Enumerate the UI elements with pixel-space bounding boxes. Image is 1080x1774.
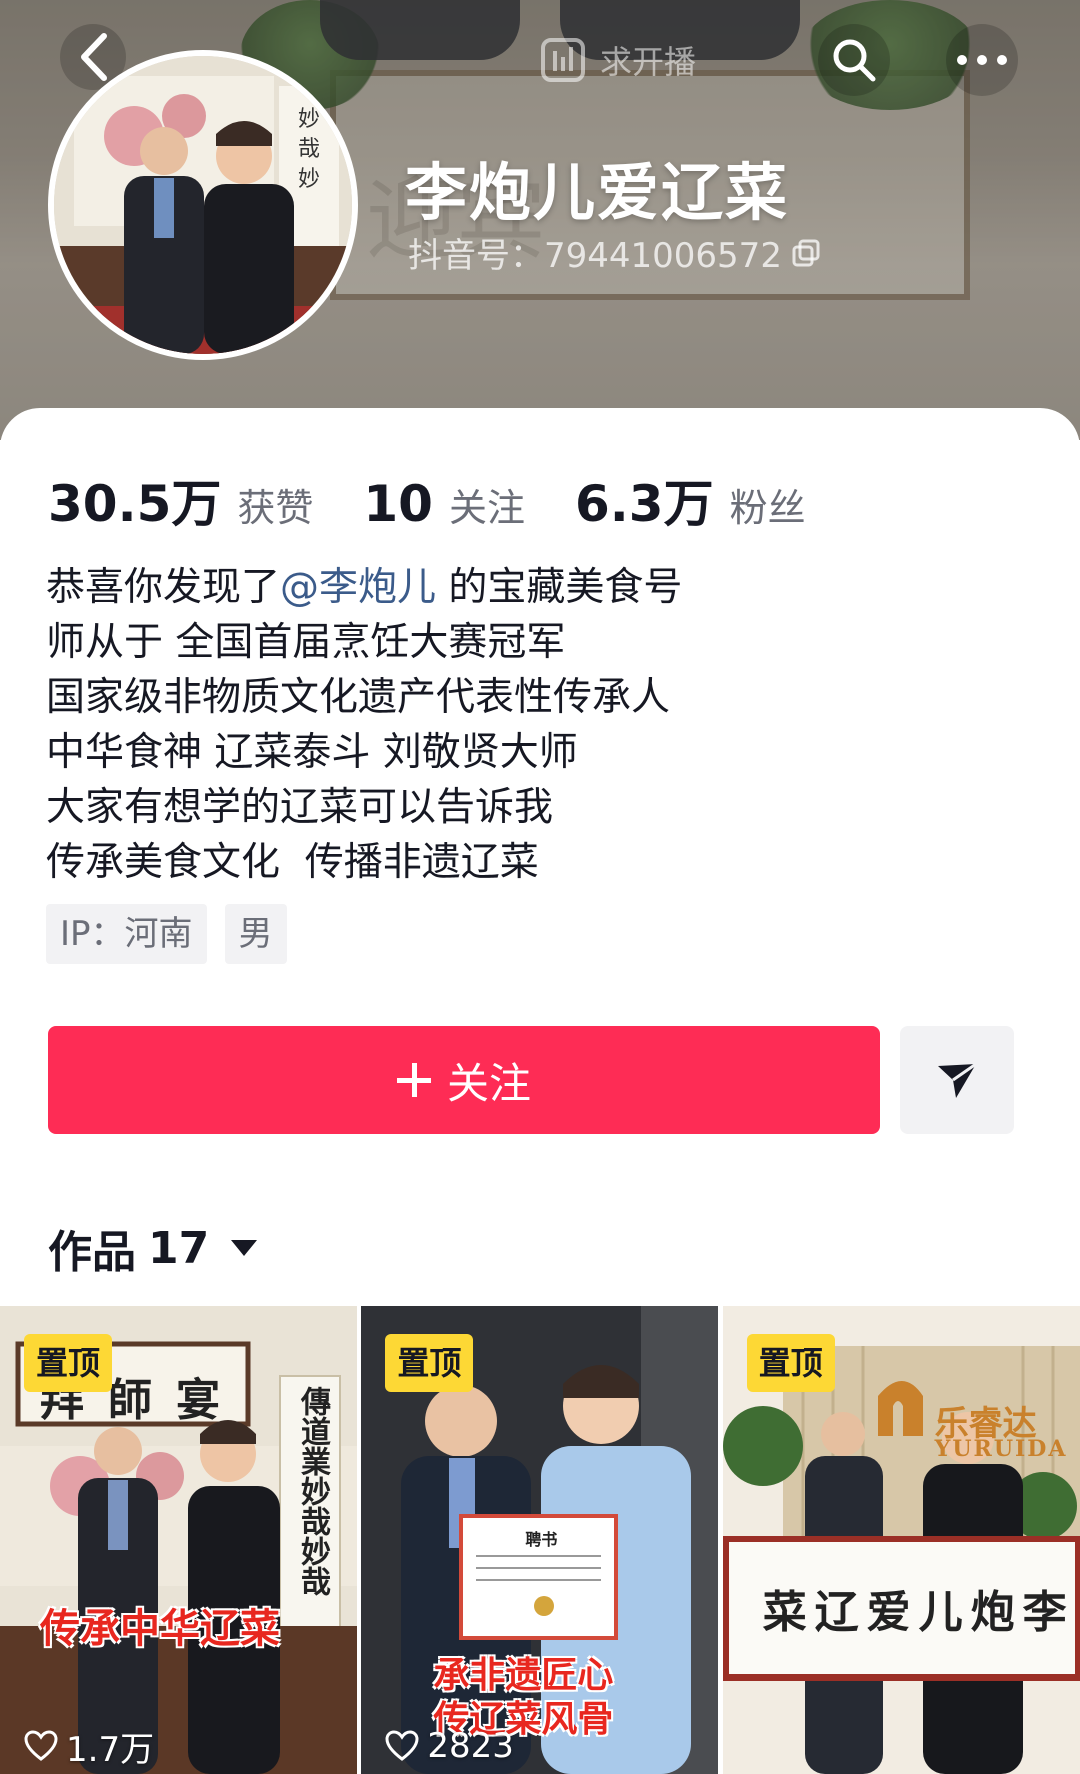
bio-line: 师从于 全国首届烹饪大赛冠军 xyxy=(46,620,566,665)
stat-followers[interactable]: 6.3万 粉丝 xyxy=(575,464,806,536)
plus-icon xyxy=(396,1063,431,1097)
scroll-text: 傳道業妙哉妙哉 xyxy=(295,1386,330,1596)
profile-nickname: 李炮儿爱辽菜 xyxy=(405,156,790,229)
brand-name-en: YURUIDA xyxy=(934,1436,1068,1462)
certificate-title: 聘书 xyxy=(525,1530,558,1549)
mention-link[interactable]: @李炮儿 xyxy=(280,565,436,610)
svg-text:妙: 妙 xyxy=(298,107,320,132)
request-live-button[interactable]: 求开播 xyxy=(540,30,740,90)
more-dots-icon xyxy=(957,55,1007,65)
stat-following[interactable]: 10 关注 xyxy=(363,475,525,533)
bio-line: 传承美食文化 传播非遗辽菜 xyxy=(46,840,539,885)
profile-bio: 恭喜你发现了@李炮儿 的宝藏美食号 师从于 全国首届烹饪大赛冠军 国家级非物质文… xyxy=(46,560,682,890)
douyin-id-text: 抖音号：79441006572 xyxy=(408,236,782,276)
pinned-badge: 置顶 xyxy=(24,1334,113,1392)
douyin-id[interactable]: 抖音号：79441006572 xyxy=(408,228,820,277)
stat-label: 粉丝 xyxy=(729,486,806,530)
bio-line: 中华食神 辽菜泰斗 刘敬贤大师 xyxy=(46,730,578,775)
profile-stats: 30.5万 获赞 10 关注 6.3万 粉丝 xyxy=(48,464,856,536)
profile-tags: IP：河南 男 xyxy=(46,904,287,964)
video-likes: 2823 xyxy=(385,1718,514,1774)
heart-icon xyxy=(24,1730,58,1761)
avatar-photo: 妙 哉 妙 xyxy=(54,56,352,354)
heart-icon xyxy=(385,1730,419,1761)
profile-card: 30.5万 获赞 10 关注 6.3万 粉丝 恭喜你发现了@李炮儿 的宝藏美食号… xyxy=(0,408,1080,1774)
video-thumbnail[interactable]: 聘书 承非遗匠心 传辽菜风骨 置顶 2823 xyxy=(361,1306,719,1774)
bar-chart-icon xyxy=(541,38,585,82)
stat-value: 30.5万 xyxy=(48,475,222,533)
video-grid: 拜師宴 傳道業妙哉妙哉 传承中华辽菜 置顶 1.7万 聘书 承非遗匠心 传辽菜风… xyxy=(0,1306,1080,1774)
follow-label: 关注 xyxy=(446,1058,531,1108)
request-live-label: 求开播 xyxy=(600,43,697,81)
stat-label: 获赞 xyxy=(237,486,314,530)
search-button[interactable] xyxy=(818,24,890,96)
follow-button[interactable]: 关注 xyxy=(48,1026,880,1134)
share-button[interactable] xyxy=(900,1026,1014,1134)
svg-text:哉: 哉 xyxy=(298,137,320,162)
works-count: 17 xyxy=(148,1222,210,1274)
video-likes: 1.7万 xyxy=(24,1718,154,1774)
likes-count: 2823 xyxy=(427,1726,514,1766)
bio-line: 大家有想学的辽菜可以告诉我 xyxy=(46,785,554,830)
stat-value: 10 xyxy=(363,475,433,533)
avatar[interactable]: 妙 哉 妙 xyxy=(48,50,358,360)
banner-calligraphy: 菜辽爱儿炮李 xyxy=(762,1587,1075,1638)
pinned-badge: 置顶 xyxy=(746,1334,835,1392)
works-tab[interactable]: 作品 17 xyxy=(48,1216,258,1280)
stat-label: 关注 xyxy=(448,486,525,530)
likes-count: 1.7万 xyxy=(66,1729,155,1770)
chevron-left-icon xyxy=(81,33,107,81)
send-icon xyxy=(938,1062,977,1098)
copy-icon[interactable] xyxy=(792,239,820,267)
caret-down-icon[interactable] xyxy=(231,1240,258,1256)
ip-location-tag: IP：河南 xyxy=(46,904,207,964)
stat-likes[interactable]: 30.5万 获赞 xyxy=(48,464,313,536)
bio-line: 国家级非物质文化遗产代表性传承人 xyxy=(46,675,671,720)
stat-value: 6.3万 xyxy=(575,475,714,533)
gender-tag: 男 xyxy=(224,904,287,964)
bio-line: 恭喜你发现了@李炮儿 的宝藏美食号 xyxy=(46,565,683,610)
more-options-button[interactable] xyxy=(946,24,1018,96)
video-thumbnail[interactable]: 乐睿达 YURUIDA 菜辽爱儿炮李 置顶 xyxy=(722,1306,1080,1774)
search-icon xyxy=(833,39,876,82)
svg-text:妙: 妙 xyxy=(298,167,320,192)
works-tab-label: 作品 xyxy=(48,1227,136,1278)
video-thumbnail[interactable]: 拜師宴 傳道業妙哉妙哉 传承中华辽菜 置顶 1.7万 xyxy=(0,1306,357,1774)
video-overlay-caption: 传承中华辽菜 xyxy=(40,1605,280,1652)
pinned-badge: 置顶 xyxy=(385,1334,474,1392)
